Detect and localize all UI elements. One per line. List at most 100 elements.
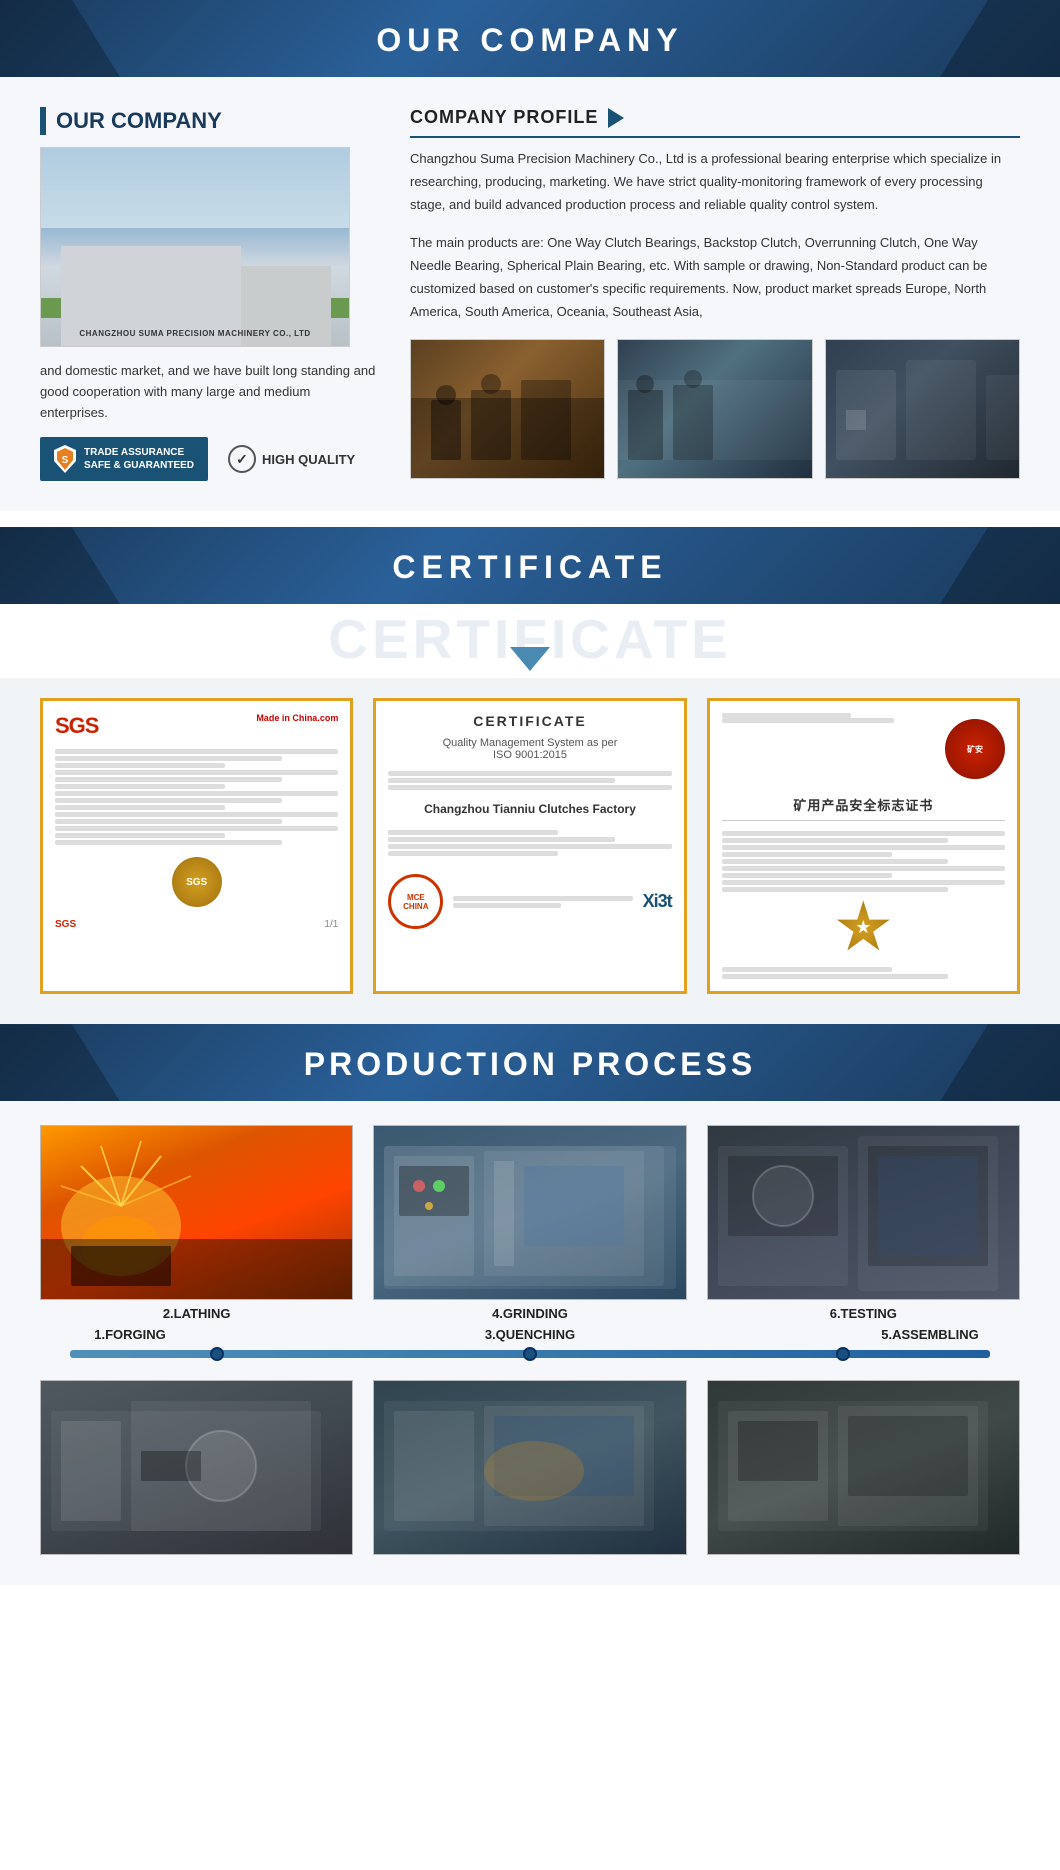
quench-machine-svg — [374, 1381, 685, 1554]
workshop-photo-2 — [617, 339, 812, 479]
step-1-label: 1.FORGING — [40, 1327, 220, 1342]
mining-line-6 — [722, 852, 892, 857]
quality-label: HIGH QUALITY — [262, 452, 355, 467]
certificate-title: CERTIFICATE — [0, 549, 1060, 586]
cert-line-5 — [55, 777, 282, 782]
profile-title: COMPANY PROFILE — [410, 107, 598, 128]
cert-line-12 — [55, 826, 338, 831]
sgs-footer: SGS 1/1 — [55, 919, 338, 930]
mining-line-11 — [722, 887, 949, 892]
high-quality-badge: ✓ HIGH QUALITY — [228, 445, 355, 473]
sgs-logo: SGS — [55, 713, 98, 739]
iso-cert-lines-2 — [388, 830, 671, 856]
production-bottom-images — [40, 1380, 1020, 1555]
timeline-container — [70, 1350, 990, 1370]
workshop-photo-1 — [410, 339, 605, 479]
certificate-header: CERTIFICATE — [0, 527, 1060, 604]
iso-cert-subtitle: Quality Management System as per ISO 900… — [388, 737, 671, 761]
profile-text-2: The main products are: One Way Clutch Be… — [410, 232, 1020, 323]
step-6-label: 6.TESTING — [707, 1306, 1020, 1321]
cert-line-2 — [55, 756, 282, 761]
grinding-image — [373, 1125, 686, 1300]
svg-text:S: S — [62, 455, 69, 466]
iso-cert-title: CERTIFICATE — [388, 713, 671, 729]
iso-line-1 — [388, 771, 671, 776]
profile-arrow-icon — [608, 108, 624, 128]
timeline-dot-1 — [210, 1347, 224, 1361]
timeline-bar — [70, 1350, 990, 1358]
iso-seal: MCECHINA — [388, 874, 443, 929]
mining-line-2 — [722, 718, 894, 723]
cert-line-14 — [55, 840, 282, 845]
iso-line-5 — [388, 837, 615, 842]
cert-line-7 — [55, 791, 338, 796]
bottom-step-labels: 1.FORGING 3.QUENCHING 5.ASSEMBLING — [40, 1323, 1020, 1346]
company-section-title: OUR COMPANY — [56, 108, 222, 134]
cert-line-1 — [55, 749, 338, 754]
cert-line-9 — [55, 805, 225, 810]
quench-image — [373, 1380, 686, 1555]
iso-line-6 — [388, 844, 671, 849]
assemble-image — [707, 1380, 1020, 1555]
iso-line-7 — [388, 851, 558, 856]
lathe-image — [40, 1380, 353, 1555]
timeline-dot-2 — [523, 1347, 537, 1361]
mining-line-9 — [722, 873, 892, 878]
iso-line-9 — [453, 903, 561, 908]
cert-card-sgs-inner: SGS Made in China.com — [55, 713, 338, 979]
cert-line-10 — [55, 812, 338, 817]
trade-assurance-badge: S TRADE ASSURANCE SAFE & GUARANTEED — [40, 437, 208, 481]
testing-machine — [708, 1126, 1019, 1299]
badges-row: S TRADE ASSURANCE SAFE & GUARANTEED ✓ HI… — [40, 437, 380, 481]
sgs-page-num: 1/1 — [324, 919, 338, 930]
production-section: PRODUCTION PROCESS — [0, 1024, 1060, 1585]
cert-down-arrow — [0, 647, 1060, 674]
grinding-machine — [374, 1126, 685, 1299]
step-4-label: 4.GRINDING — [373, 1306, 686, 1321]
trade-assurance-text: TRADE ASSURANCE SAFE & GUARANTEED — [84, 446, 194, 472]
mining-header-row: 矿安 — [722, 713, 1005, 785]
sgs-bottom-label: SGS — [55, 919, 76, 930]
forging-sparks — [41, 1126, 352, 1299]
production-top-images — [40, 1125, 1020, 1300]
company-section: OUR COMPANY CHANGZHOU SUMA PRECISION MAC… — [0, 77, 1060, 511]
mining-red-seal: 矿安 — [945, 719, 1005, 779]
mining-cert-lines-top — [722, 713, 937, 723]
workers-svg-1 — [411, 340, 604, 478]
trade-line2: SAFE & GUARANTEED — [84, 459, 194, 472]
step-2-label: 2.LATHING — [40, 1306, 353, 1321]
mining-line-4 — [722, 838, 949, 843]
our-company-header: OUR COMPANY — [0, 0, 1060, 77]
cert-sgs-lines — [55, 749, 338, 845]
forging-image — [40, 1125, 353, 1300]
company-right-panel: COMPANY PROFILE Changzhou Suma Precision… — [410, 107, 1020, 479]
cert-line-13 — [55, 833, 225, 838]
iso-line-4 — [388, 830, 558, 835]
mining-line-8 — [722, 866, 1005, 871]
mining-line-12 — [722, 967, 892, 972]
xisi-logo: Xi3t — [643, 891, 672, 912]
iso-cert-org: Changzhou Tianniu Clutches Factory — [388, 802, 671, 816]
iso-cert-lines — [388, 771, 671, 790]
cert-card-sgs: SGS Made in China.com — [40, 698, 353, 994]
company-photos-row — [410, 339, 1020, 479]
cert-card-mining-inner: 矿安 矿用产品安全标志证书 ★ — [722, 713, 1005, 979]
company-building-image: CHANGZHOU SUMA PRECISION MACHINERY CO., … — [40, 147, 350, 347]
page-title: OUR COMPANY — [0, 22, 1060, 59]
down-arrow-icon — [510, 647, 550, 671]
made-in-china-logo: Made in China.com — [256, 713, 338, 723]
iso-line-3 — [388, 785, 671, 790]
mining-cert-lines — [722, 831, 1005, 892]
sgs-logos-row: SGS Made in China.com — [55, 713, 338, 739]
iso-cert-lines-3 — [453, 896, 632, 908]
sgs-seal: SGS — [172, 857, 222, 907]
mining-star-seal: ★ — [836, 900, 891, 955]
made-in-china-text: Made in China.com — [256, 713, 338, 723]
cert-card-iso: CERTIFICATE Quality Management System as… — [373, 698, 686, 994]
cert-arrow-row: CERTIFICATE — [0, 604, 1060, 678]
cert-card-mining: 矿安 矿用产品安全标志证书 ★ — [707, 698, 1020, 994]
cert-line-4 — [55, 770, 338, 775]
cert-line-11 — [55, 819, 282, 824]
profile-text-1: Changzhou Suma Precision Machinery Co., … — [410, 148, 1020, 216]
step-5-label: 5.ASSEMBLING — [840, 1327, 1020, 1342]
